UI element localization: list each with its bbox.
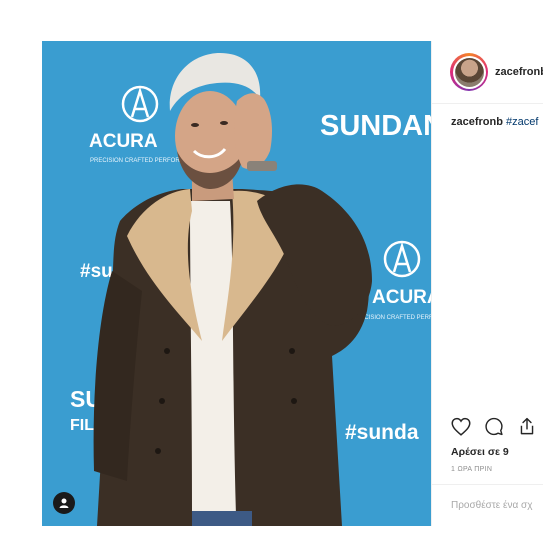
avatar-image [454, 57, 484, 87]
film-left-fragment: FIL [70, 417, 94, 434]
photo-scene: ACURA PRECISION CRAFTED PERFORMANCE SUND… [42, 41, 431, 526]
hashtag-left: #su [80, 261, 113, 282]
avatar[interactable] [450, 53, 488, 91]
tagged-users-button[interactable] [53, 492, 75, 514]
brand-sundance: SUNDANCE [320, 110, 431, 142]
heart-icon[interactable] [451, 417, 471, 436]
post-header: zacefronb [432, 41, 543, 104]
share-icon[interactable] [517, 417, 537, 436]
brand-acura-right: ACURA [372, 287, 431, 308]
comment-input-placeholder[interactable]: Προσθέστε ένα σχ [451, 500, 532, 511]
post-photo[interactable]: ACURA PRECISION CRAFTED PERFORMANCE SUND… [42, 41, 431, 526]
comment-input-area[interactable]: Προσθέστε ένα σχ [432, 484, 543, 526]
post-timestamp: 1 ΩΡΑ ΠΡΙΝ [451, 466, 493, 473]
post-actions [451, 417, 537, 436]
post-modal: ACURA PRECISION CRAFTED PERFORMANCE SUND… [42, 41, 543, 526]
hashtag-right: #sunda [345, 421, 419, 444]
comment-icon[interactable] [484, 417, 504, 436]
caption-hashtag[interactable]: #zacef [506, 116, 538, 128]
user-tag-icon [59, 498, 69, 508]
likes-count[interactable]: Αρέσει σε 9 [451, 446, 509, 458]
post-sidebar: zacefronb zacefronb #zacef Αρέσει σε 9 1… [431, 41, 543, 526]
post-caption: zacefronb #zacef [451, 116, 538, 128]
brand-acura-left: ACURA [89, 131, 158, 152]
caption-username[interactable]: zacefronb [451, 116, 503, 128]
username-link[interactable]: zacefronb [495, 66, 543, 78]
